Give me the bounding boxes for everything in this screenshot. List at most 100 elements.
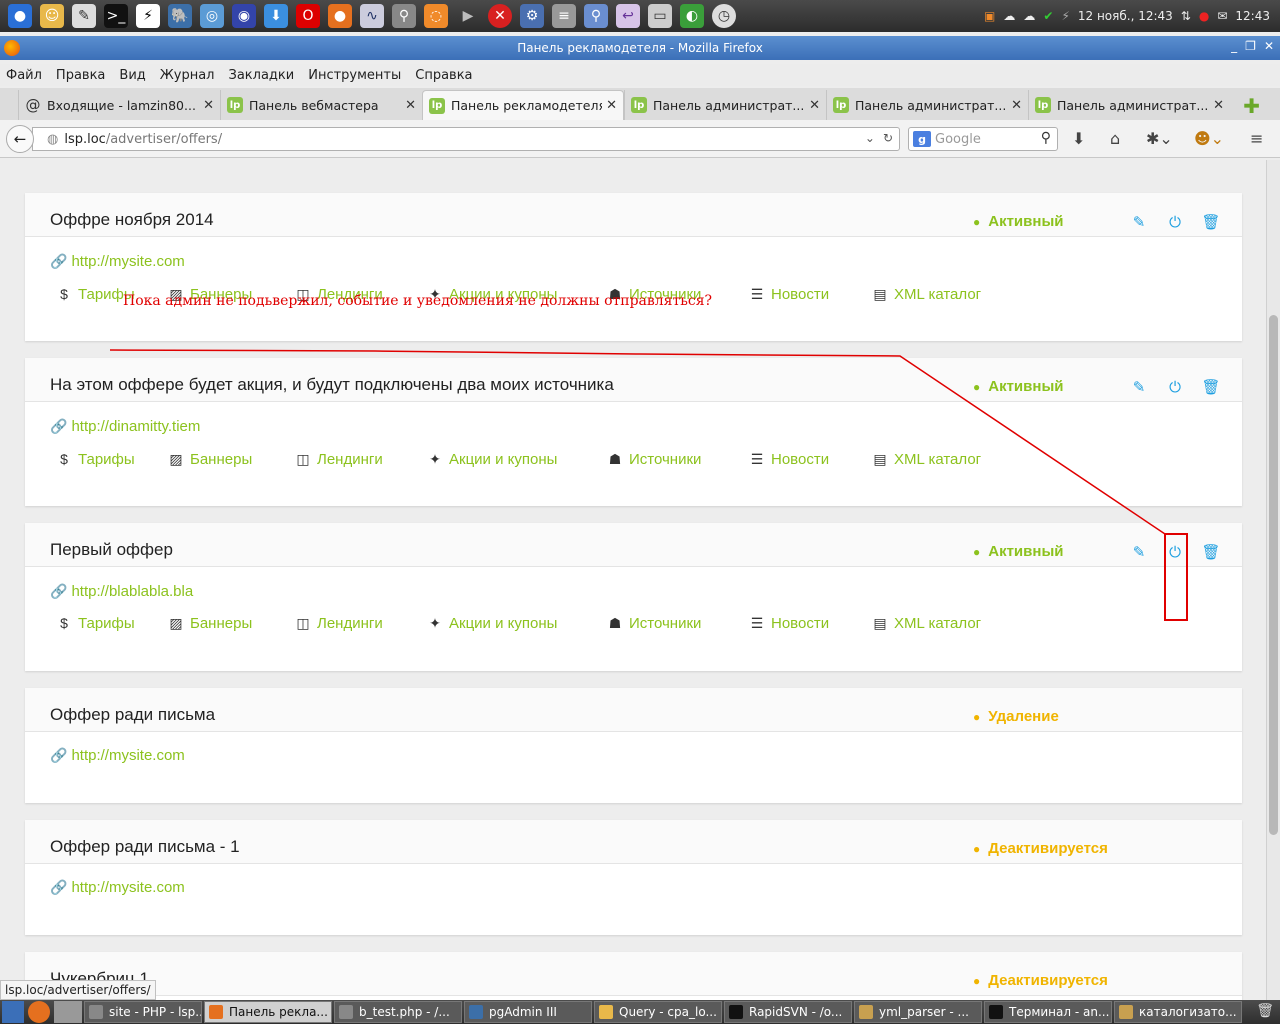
blank-quicklaunch-icon[interactable] <box>54 1001 82 1023</box>
menu-bookmarks[interactable]: Закладки <box>229 68 295 83</box>
nav-tariffs[interactable]: $ Тарифы <box>56 451 135 468</box>
offer-url-link[interactable]: 🔗 http://mysite.com <box>50 747 185 764</box>
firefox-quicklaunch-icon[interactable] <box>28 1001 50 1023</box>
tab-admin-2[interactable]: lp Панель администрат... ✕ <box>826 90 1028 120</box>
new-tab-icon[interactable]: ✚ <box>1243 94 1260 118</box>
search-input[interactable]: g Google ⚲ <box>908 127 1058 151</box>
tab-close-icon[interactable]: ✕ <box>809 98 820 113</box>
check-tray-icon[interactable]: ✔ <box>1043 9 1053 23</box>
tab-admin-1[interactable]: lp Панель администрат... ✕ <box>624 90 826 120</box>
tab-webmaster[interactable]: lp Панель вебмастера ✕ <box>220 90 422 120</box>
show-desktop-icon[interactable] <box>2 1001 24 1023</box>
offer-title[interactable]: Оффре ноября 2014 <box>50 210 214 230</box>
nav-sources[interactable]: ☗ Источники <box>607 451 702 468</box>
edit-icon[interactable]: ✎ <box>1130 213 1148 231</box>
menu-help[interactable]: Справка <box>415 68 472 83</box>
url-dropdown-icon[interactable]: ⌄ <box>865 131 875 145</box>
firefox-launcher-icon[interactable]: ● <box>328 4 352 28</box>
offer-url-link[interactable]: 🔗 http://blablabla.bla <box>50 583 193 600</box>
stop-launcher-icon[interactable]: ✕ <box>488 4 512 28</box>
offer-url-link[interactable]: 🔗 http://mysite.com <box>50 253 185 270</box>
nav-sources[interactable]: ☗ Источники <box>607 615 702 632</box>
tray-clock-time[interactable]: 12:43 <box>1235 9 1270 23</box>
network-tray-icon[interactable]: ⇅ <box>1181 9 1191 23</box>
alert-tray-icon[interactable]: ● <box>1199 9 1209 23</box>
nav-landings[interactable]: ◫ Лендинги <box>295 615 382 632</box>
tab-close-icon[interactable]: ✕ <box>606 98 617 113</box>
tab-admin-3[interactable]: lp Панель администрат... ✕ <box>1028 90 1230 120</box>
database-launcher-icon[interactable]: ≡ <box>552 4 576 28</box>
menu-edit[interactable]: Правка <box>56 68 105 83</box>
edit-icon[interactable]: ✎ <box>1130 543 1148 561</box>
close-icon[interactable]: ✕ <box>1264 39 1274 53</box>
nav-xml[interactable]: ▤ XML каталог <box>872 286 981 303</box>
chromium-launcher-icon[interactable]: ◎ <box>200 4 224 28</box>
play-launcher-icon[interactable]: ▶ <box>456 4 480 28</box>
download-launcher-icon[interactable]: ⬇ <box>264 4 288 28</box>
reload-icon[interactable]: ↻ <box>883 131 893 145</box>
offer-url-link[interactable]: 🔗 http://dinamitty.tiem <box>50 418 200 435</box>
task-item[interactable]: yml_parser - ... <box>854 1001 982 1023</box>
paint-launcher-icon[interactable]: ◌ <box>424 4 448 28</box>
nav-news[interactable]: ☰ Новости <box>749 451 829 468</box>
menu-history[interactable]: Журнал <box>160 68 215 83</box>
power-icon[interactable]: ⏻ <box>1166 543 1184 561</box>
nav-banners[interactable]: ▨ Баннеры <box>168 615 252 632</box>
offer-title[interactable]: Оффер ради письма <box>50 705 215 725</box>
downloads-icon[interactable]: ⬇ <box>1072 129 1085 148</box>
tray-icon[interactable]: ▣ <box>984 9 995 23</box>
offer-title[interactable]: Оффер ради письма - 1 <box>50 837 240 857</box>
back-button[interactable]: ← <box>6 125 34 153</box>
firefox-icon[interactable] <box>4 40 20 56</box>
tab-close-icon[interactable]: ✕ <box>1213 98 1224 113</box>
nav-banners[interactable]: ▨ Баннеры <box>168 451 252 468</box>
task-item[interactable]: pgAdmin III <box>464 1001 592 1023</box>
monitor-launcher-icon[interactable]: ∿ <box>360 4 384 28</box>
task-item[interactable]: RapidSVN - /o... <box>724 1001 852 1023</box>
edit-icon[interactable]: ✎ <box>1130 378 1148 396</box>
tab-close-icon[interactable]: ✕ <box>203 98 214 113</box>
url-bar[interactable]: ◍ lsp.loc/advertiser/offers/ ⌄ ↻ <box>32 127 900 151</box>
menu-file[interactable]: Файл <box>6 68 42 83</box>
tab-advertiser[interactable]: lp Панель рекламодетеля ✕ <box>422 90 624 120</box>
app-menu-icon[interactable]: ● <box>8 4 32 28</box>
menu-view[interactable]: Вид <box>119 68 145 83</box>
nav-tariffs[interactable]: $ Тарифы <box>56 615 135 632</box>
nav-landings[interactable]: ◫ Лендинги <box>295 451 382 468</box>
svn-launcher-icon[interactable]: ⚡ <box>136 4 160 28</box>
nav-promos[interactable]: ✦ Акции и купоны <box>427 451 557 468</box>
nav-news[interactable]: ☰ Новости <box>749 615 829 632</box>
chart-launcher-icon[interactable]: ◐ <box>680 4 704 28</box>
terminal-launcher-icon[interactable]: >_ <box>104 4 128 28</box>
vertical-scrollbar[interactable] <box>1266 160 1280 1000</box>
task-item[interactable]: b_test.php - /... <box>334 1001 462 1023</box>
search-launcher-icon[interactable]: ⚲ <box>392 4 416 28</box>
task-item[interactable]: Панель рекла... <box>204 1001 332 1023</box>
menu-tools[interactable]: Инструменты <box>308 68 401 83</box>
mail-tray-icon[interactable]: ✉ <box>1217 9 1227 23</box>
search-icon[interactable]: ⚲ <box>1041 130 1051 146</box>
task-item[interactable]: каталогизато... <box>1114 1001 1242 1023</box>
maximize-icon[interactable]: ❐ <box>1245 39 1256 53</box>
offer-title[interactable]: На этом оффере будет акция, и будут подк… <box>50 375 614 395</box>
nav-xml[interactable]: ▤ XML каталог <box>872 615 981 632</box>
scrollbar-thumb[interactable] <box>1269 315 1278 835</box>
minimize-icon[interactable]: _ <box>1231 39 1237 53</box>
power-icon[interactable]: ⏻ <box>1166 378 1184 396</box>
addon-icon[interactable]: ✱⌄ <box>1146 129 1173 148</box>
task-item[interactable]: Терминал - an... <box>984 1001 1112 1023</box>
ide-launcher-icon[interactable]: ◉ <box>232 4 256 28</box>
display-launcher-icon[interactable]: ▭ <box>648 4 672 28</box>
nav-promos[interactable]: ✦ Акции и купоны <box>427 615 557 632</box>
tab-inbox[interactable]: @ Входящие - lamzin80... ✕ <box>18 90 220 120</box>
network-launcher-icon[interactable]: ⚙ <box>520 4 544 28</box>
home-icon[interactable]: ⌂ <box>1110 129 1120 148</box>
nav-xml[interactable]: ▤ XML каталог <box>872 451 981 468</box>
nav-news[interactable]: ☰ Новости <box>749 286 829 303</box>
offer-title[interactable]: Первый оффер <box>50 540 173 560</box>
clock-launcher-icon[interactable]: ◷ <box>712 4 736 28</box>
menu-icon[interactable]: ≡ <box>1250 129 1263 148</box>
pgadmin-launcher-icon[interactable]: 🐘 <box>168 4 192 28</box>
trash-icon[interactable]: 🗑 <box>1201 543 1220 561</box>
mic-launcher-icon[interactable]: ⚲ <box>584 4 608 28</box>
